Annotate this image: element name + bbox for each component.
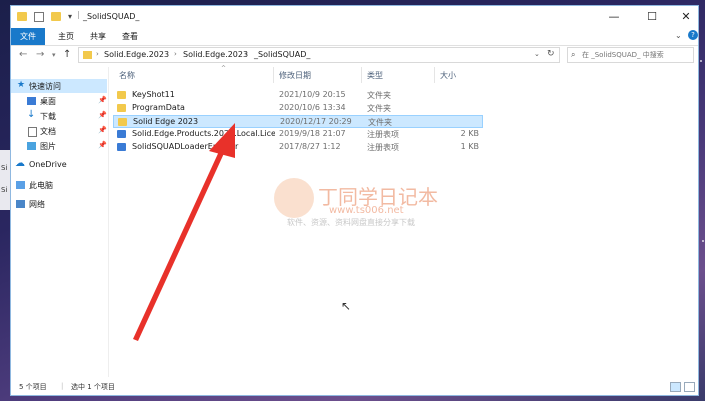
item-count: 5 个项目 [19,383,47,391]
explorer-window: ▾ | _SolidSQUAD_ — ☐ ✕ 文件 主页 共享 查看 ⌄ ? ←… [10,5,699,396]
arrow-shaft [133,147,226,341]
status-bar: 5 个项目 | 选中 1 个项目 [11,377,698,395]
star [702,240,704,242]
desktop-sliver: Si Si [0,150,10,210]
large-icons-view-icon[interactable] [684,382,695,392]
details-view-icon[interactable] [670,382,681,392]
selected-count: 选中 1 个项目 [71,383,115,391]
red-arrow-annotation [133,123,235,341]
star [700,60,702,62]
mouse-cursor-icon: ↖ [341,299,352,313]
arrow-head [209,123,235,158]
status-divider: | [61,382,64,390]
